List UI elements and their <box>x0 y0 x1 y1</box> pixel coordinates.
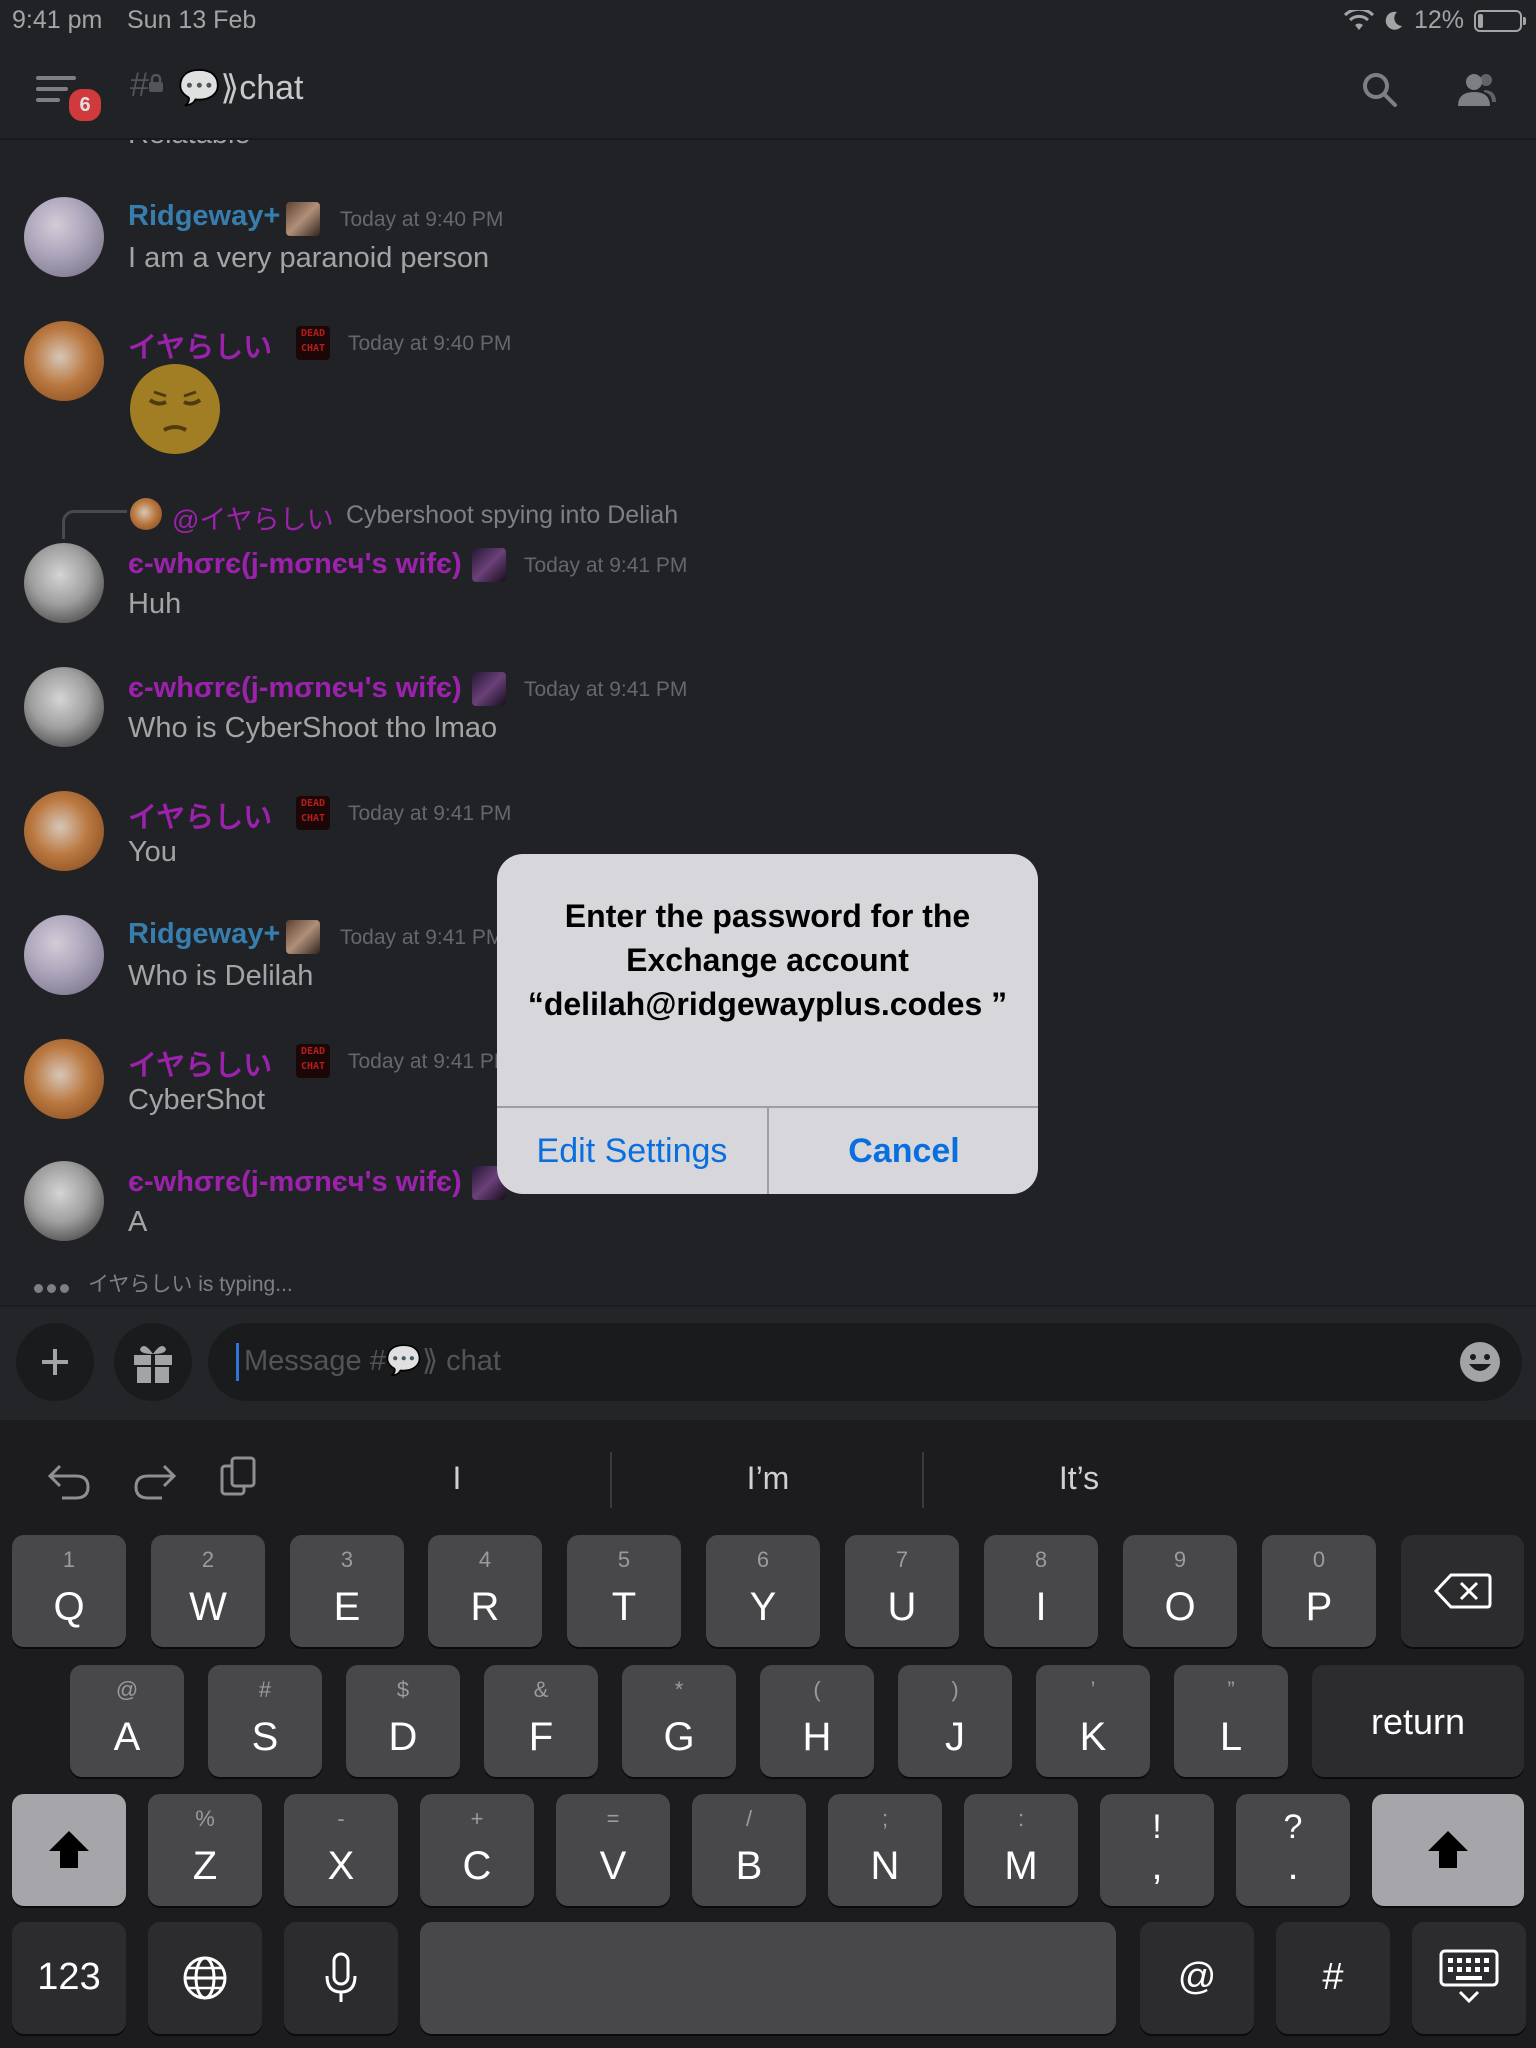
return-key[interactable]: return <box>1312 1665 1524 1777</box>
undo-icon[interactable] <box>46 1456 92 1500</box>
space-bar[interactable] <box>420 1922 1116 2034</box>
cancel-button[interactable]: Cancel <box>769 1108 1038 1194</box>
suggestion-2[interactable]: I’m <box>618 1460 918 1497</box>
backspace-icon <box>1433 1573 1491 1609</box>
delete-key[interactable] <box>1401 1535 1524 1647</box>
shift-icon <box>1428 1831 1468 1868</box>
key-u[interactable]: 7U <box>845 1535 959 1647</box>
key-a[interactable]: @ A <box>70 1665 184 1777</box>
key-e[interactable]: 3E <box>290 1535 404 1647</box>
key-i[interactable]: 8I <box>984 1535 1098 1647</box>
key-k[interactable]: ’ K <box>1036 1665 1150 1777</box>
suggestion-divider <box>922 1452 924 1508</box>
key-y[interactable]: 6Y <box>706 1535 820 1647</box>
key-t[interactable]: 5T <box>567 1535 681 1647</box>
key-comma[interactable]: !, <box>1100 1794 1214 1906</box>
key-r[interactable]: 4R <box>428 1535 542 1647</box>
dictation-key[interactable] <box>284 1922 398 2034</box>
shift-key-left[interactable] <box>12 1794 126 1906</box>
microphone-icon <box>325 1952 357 2002</box>
globe-icon <box>183 1956 227 2000</box>
key-h[interactable]: (H <box>760 1665 874 1777</box>
shift-icon <box>49 1831 89 1868</box>
key-j[interactable]: ) J <box>898 1665 1012 1777</box>
edit-settings-button[interactable]: Edit Settings <box>497 1108 767 1194</box>
key-s[interactable]: # S <box>208 1665 322 1777</box>
paste-icon[interactable] <box>218 1454 258 1498</box>
at-key[interactable]: @ <box>1140 1922 1254 2034</box>
key-c[interactable]: + C <box>420 1794 534 1906</box>
keyboard-dismiss-icon <box>1439 1949 1499 2004</box>
hide-keyboard-key[interactable] <box>1412 1922 1526 2034</box>
key-d[interactable]: $ D <box>346 1665 460 1777</box>
key-x[interactable]: -X <box>284 1794 398 1906</box>
key-m[interactable]: :M <box>964 1794 1078 1906</box>
suggestion-3[interactable]: It’s <box>929 1460 1229 1497</box>
key-l[interactable]: ” L <box>1174 1665 1288 1777</box>
key-g[interactable]: * G <box>622 1665 736 1777</box>
numbers-key[interactable]: 123 <box>12 1922 126 2034</box>
alert-title: Enter the password for the Exchange acco… <box>527 898 1008 1022</box>
suggestion-divider <box>610 1452 612 1508</box>
key-f[interactable]: & F <box>484 1665 598 1777</box>
redo-icon[interactable] <box>132 1456 178 1500</box>
key-v[interactable]: = V <box>556 1794 670 1906</box>
key-period[interactable]: ?. <box>1236 1794 1350 1906</box>
shift-key-right[interactable] <box>1372 1794 1524 1906</box>
key-w[interactable]: 2W <box>151 1535 265 1647</box>
modal-dim-overlay <box>0 0 1536 1420</box>
key-p[interactable]: 0P <box>1262 1535 1376 1647</box>
key-b[interactable]: / B <box>692 1794 806 1906</box>
key-o[interactable]: 9O <box>1123 1535 1237 1647</box>
globe-key[interactable] <box>148 1922 262 2034</box>
key-z[interactable]: % Z <box>148 1794 262 1906</box>
password-alert-dialog: Enter the password for the Exchange acco… <box>497 854 1038 1194</box>
on-screen-keyboard: I I’m It’s 1Q 2W 3E 4R 5T 6Y 7U 8I 9O 0P… <box>0 1420 1536 2048</box>
suggestion-1[interactable]: I <box>307 1460 607 1497</box>
key-n[interactable]: ; N <box>828 1794 942 1906</box>
hash-key[interactable]: # <box>1276 1922 1390 2034</box>
key-q[interactable]: 1Q <box>12 1535 126 1647</box>
